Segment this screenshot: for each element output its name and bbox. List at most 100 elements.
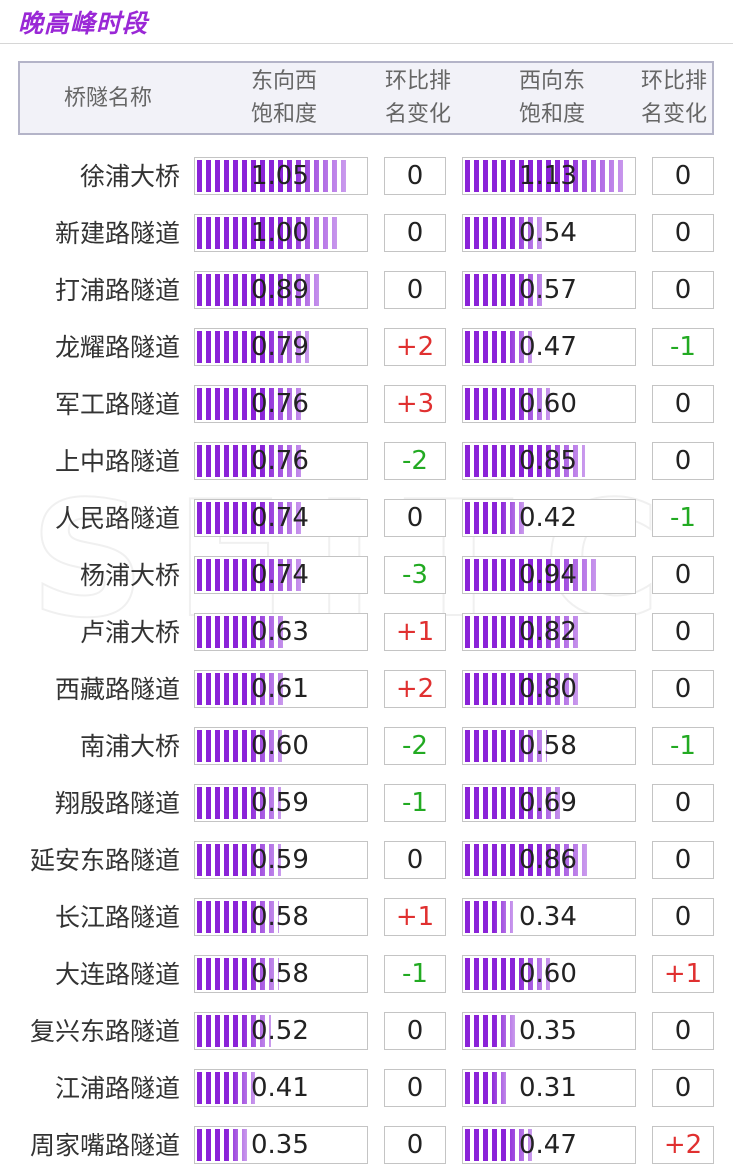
west-to-east-rank-change: +2 — [652, 1126, 714, 1164]
west-to-east-rank-change: 0 — [652, 670, 714, 708]
west-to-east-rank-change: 0 — [652, 271, 714, 309]
east-to-west-saturation-value: 0.58 — [251, 959, 309, 989]
east-to-west-saturation-value: 0.61 — [251, 674, 309, 704]
west-to-east-saturation-value: 0.57 — [519, 275, 577, 305]
west-to-east-saturation-value: 0.47 — [519, 1130, 577, 1160]
west-to-east-saturation-value: 0.60 — [519, 389, 577, 419]
table-row: 延安东路隧道 0.59 0 0.86 0 — [0, 834, 733, 891]
header-ew-line1: 东向西 — [250, 69, 317, 94]
west-to-east-saturation-fill — [465, 1072, 509, 1104]
west-to-east-rank-change: 0 — [652, 613, 714, 651]
east-to-west-rank-change: 0 — [384, 1069, 446, 1107]
west-to-east-saturation-bar: 0.86 — [462, 841, 636, 879]
west-to-east-rank-change: 0 — [652, 1012, 714, 1050]
table-row: 徐浦大桥 1.05 0 1.13 0 — [0, 150, 733, 207]
west-to-east-rank-change: -1 — [652, 328, 714, 366]
table-row: 上中路隧道 0.76 -2 0.85 0 — [0, 435, 733, 492]
west-to-east-saturation-value: 1.13 — [519, 161, 577, 191]
east-to-west-rank-change: -2 — [384, 442, 446, 480]
east-to-west-saturation-value: 0.59 — [251, 845, 309, 875]
facility-name: 人民路隧道 — [54, 504, 180, 533]
east-to-west-rank-change: -3 — [384, 556, 446, 594]
east-to-west-saturation-value: 0.79 — [251, 332, 309, 362]
west-to-east-saturation-bar: 0.35 — [462, 1012, 636, 1050]
west-to-east-saturation-bar: 0.60 — [462, 385, 636, 423]
east-to-west-rank-change: +1 — [384, 613, 446, 651]
table-body: 徐浦大桥 1.05 0 1.13 0 新建路隧道 1.00 0 0.54 0 打浦路隧道 0.89 0 0… — [0, 150, 733, 1176]
east-to-west-saturation-value: 1.00 — [251, 218, 309, 248]
header-we-saturation: 西向东 饱和度 — [464, 63, 640, 133]
west-to-east-saturation-bar: 0.47 — [462, 328, 636, 366]
east-to-west-rank-change: 0 — [384, 157, 446, 195]
east-to-west-saturation-bar: 0.89 — [194, 271, 368, 309]
facility-name: 上中路隧道 — [54, 447, 180, 476]
table-row: 江浦路隧道 0.41 0 0.31 0 — [0, 1062, 733, 1119]
west-to-east-saturation-fill — [465, 901, 513, 933]
east-to-west-saturation-value: 1.05 — [251, 161, 309, 191]
facility-name: 徐浦大桥 — [79, 162, 180, 191]
east-to-west-rank-change: +2 — [384, 328, 446, 366]
facility-name: 军工路隧道 — [54, 390, 180, 419]
east-to-west-saturation-bar: 1.00 — [194, 214, 368, 252]
west-to-east-saturation-value: 0.94 — [519, 560, 577, 590]
east-to-west-saturation-bar: 0.76 — [194, 385, 368, 423]
west-to-east-saturation-bar: 0.85 — [462, 442, 636, 480]
facility-name: 杨浦大桥 — [79, 561, 180, 590]
header-ew-line2: 饱和度 — [250, 102, 317, 127]
title-divider — [0, 43, 733, 44]
east-to-west-rank-change: 0 — [384, 214, 446, 252]
west-to-east-saturation-bar: 0.54 — [462, 214, 636, 252]
west-to-east-saturation-value: 0.86 — [519, 845, 577, 875]
facility-name: 翔殷路隧道 — [54, 789, 180, 818]
table-row: 长江路隧道 0.58 +1 0.34 0 — [0, 891, 733, 948]
west-to-east-saturation-value: 0.69 — [519, 788, 577, 818]
west-to-east-rank-change: -1 — [652, 727, 714, 765]
west-to-east-rank-change: 0 — [652, 898, 714, 936]
east-to-west-saturation-fill — [197, 1129, 247, 1161]
facility-name: 大连路隧道 — [54, 960, 180, 989]
west-to-east-saturation-value: 0.60 — [519, 959, 577, 989]
west-to-east-rank-change: 0 — [652, 556, 714, 594]
east-to-west-saturation-value: 0.58 — [251, 902, 309, 932]
east-to-west-rank-change: +3 — [384, 385, 446, 423]
west-to-east-rank-change: 0 — [652, 1069, 714, 1107]
east-to-west-saturation-bar: 0.79 — [194, 328, 368, 366]
header-we-chg-line2: 名变化 — [640, 102, 707, 127]
west-to-east-saturation-bar: 0.94 — [462, 556, 636, 594]
west-to-east-rank-change: 0 — [652, 157, 714, 195]
east-to-west-saturation-bar: 0.59 — [194, 841, 368, 879]
facility-name: 龙耀路隧道 — [54, 333, 180, 362]
table-row: 军工路隧道 0.76 +3 0.60 0 — [0, 378, 733, 435]
east-to-west-rank-change: 0 — [384, 271, 446, 309]
east-to-west-saturation-value: 0.59 — [251, 788, 309, 818]
header-we-chg-line1: 环比排 — [640, 69, 707, 94]
west-to-east-saturation-value: 0.35 — [519, 1016, 577, 1046]
east-to-west-saturation-bar: 0.59 — [194, 784, 368, 822]
west-to-east-saturation-value: 0.47 — [519, 332, 577, 362]
facility-name: 长江路隧道 — [54, 903, 180, 932]
east-to-west-saturation-bar: 0.58 — [194, 955, 368, 993]
facility-name: 卢浦大桥 — [79, 618, 180, 647]
east-to-west-rank-change: -1 — [384, 955, 446, 993]
west-to-east-rank-change: 0 — [652, 214, 714, 252]
west-to-east-rank-change: +1 — [652, 955, 714, 993]
facility-name: 西藏路隧道 — [54, 675, 180, 704]
east-to-west-saturation-bar: 0.76 — [194, 442, 368, 480]
west-to-east-saturation-bar: 0.58 — [462, 727, 636, 765]
east-to-west-saturation-bar: 0.41 — [194, 1069, 368, 1107]
table-row: 龙耀路隧道 0.79 +2 0.47 -1 — [0, 321, 733, 378]
facility-name: 江浦路隧道 — [54, 1074, 180, 1103]
east-to-west-saturation-bar: 0.63 — [194, 613, 368, 651]
west-to-east-rank-change: 0 — [652, 841, 714, 879]
section-title: 晚高峰时段 — [18, 9, 149, 38]
table-row: 南浦大桥 0.60 -2 0.58 -1 — [0, 720, 733, 777]
header-ew-change: 环比排 名变化 — [372, 63, 464, 133]
facility-name: 南浦大桥 — [79, 732, 180, 761]
table-row: 西藏路隧道 0.61 +2 0.80 0 — [0, 663, 733, 720]
east-to-west-saturation-fill — [197, 1072, 255, 1104]
header-we-line2: 饱和度 — [518, 102, 585, 127]
table-row: 大连路隧道 0.58 -1 0.60 +1 — [0, 948, 733, 1005]
west-to-east-saturation-bar: 0.69 — [462, 784, 636, 822]
east-to-west-rank-change: -1 — [384, 784, 446, 822]
west-to-east-saturation-value: 0.34 — [519, 902, 577, 932]
